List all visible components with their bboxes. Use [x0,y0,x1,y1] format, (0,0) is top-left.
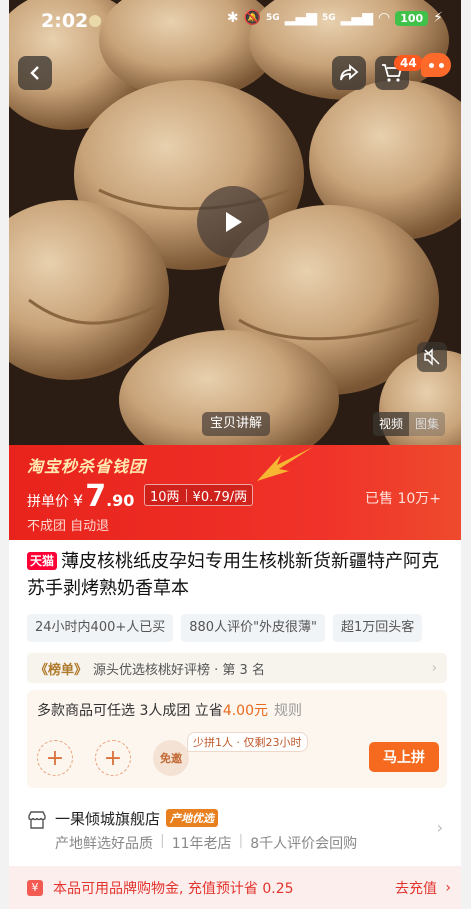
tab-video[interactable]: 视频 [373,412,410,436]
invite-slot-2[interactable]: + [95,740,131,776]
tag-repeat-customers[interactable]: 超1万回头客 [333,614,423,642]
store-desc-item: 产地鲜选好品质 [55,836,153,852]
highlight-tags: 24小时内400+人已买 880人评价"外皮很薄" 超1万回头客 [27,614,423,642]
speaker-mute-icon [424,348,440,366]
tab-gallery[interactable]: 图集 [409,412,446,436]
chevron-right-icon: › [436,818,443,837]
unit-quantity: 10两 [150,489,180,505]
share-button[interactable] [332,56,366,90]
group-price: 拼单价 ¥ 7 .90 [27,479,134,514]
no-invite-badge: 免邀 [153,740,189,776]
divider: | [238,833,244,849]
store-desc: 产地鲜选好品质 | 11年老店 | 8千人评价会回购 [55,833,357,853]
price-integer: 7 [85,479,107,514]
tmall-badge: 天猫 [27,552,58,570]
arrow-annotation-icon [257,447,313,481]
credit-coin-icon: ¥ [27,879,43,896]
saving-amount: 4.00元 [222,703,268,719]
join-group-button[interactable]: 马上拼 [369,742,439,772]
chevron-right-icon: › [445,879,451,896]
unit-price: ¥0.79/两 [192,489,248,505]
tag-review-highlight[interactable]: 880人评价"外皮很薄" [181,614,326,642]
store-name: 一果倾城旗舰店 [55,810,161,828]
store-desc-item: 11年老店 [171,836,232,852]
product-media[interactable]: 2:02 ✱ 🔕 5G ▂▄▆ 5G ▂▄▆ ◠ 100 ⚡ 44 宝贝讲解 视… [9,0,461,445]
status-time: 2:02 [41,10,89,32]
store-row[interactable]: 一果倾城旗舰店 产地优选 产地鲜选好品质 | 11年老店 | 8千人评价会回购 … [9,800,461,860]
ranking-label: 《榜单》 [35,662,88,678]
divider [185,488,187,502]
signal-icon-2: ▂▄▆ [340,10,373,26]
status-bar: 2:02 ✱ 🔕 5G ▂▄▆ 5G ▂▄▆ ◠ 100 ⚡ [9,0,461,42]
network-label-2: 5G [322,13,336,23]
group-buy-card: 多款商品可任选 3人成团 立省4.00元 规则 + + 免邀 少拼1人 · 仅剩2… [27,690,447,788]
battery-indicator: 100 [395,10,429,26]
chevron-right-icon: › [431,660,437,676]
product-title: 天猫 薄皮核桃纸皮孕妇专用生核桃新货新疆特产阿克苏手剥烤熟奶香草本 [27,548,447,602]
message-button[interactable] [421,53,451,77]
message-dot-icon [438,62,444,68]
message-dot-icon [428,62,434,68]
price-banner: 淘宝秒杀省钱团 拼单价 ¥ 7 .90 10两 ¥0.79/两 已售 10万+ … [9,445,461,540]
phone-screen: 2:02 ✱ 🔕 5G ▂▄▆ 5G ▂▄▆ ◠ 100 ⚡ 44 宝贝讲解 视… [9,0,461,909]
mute-status-icon: 🔕 [243,10,262,26]
network-label-1: 5G [266,13,280,23]
mute-button[interactable] [417,342,447,372]
product-title-text: 薄皮核桃纸皮孕妇专用生核桃新货新疆特产阿克苏手剥烤熟奶香草本 [27,551,440,599]
rules-link[interactable]: 规则 [274,703,302,719]
price-label: 拼单价 [27,494,69,510]
page: 2:02 ✱ 🔕 5G ▂▄▆ 5G ▂▄▆ ◠ 100 ⚡ 44 宝贝讲解 视… [0,0,471,909]
bluetooth-icon: ✱ [226,10,239,26]
cart-count-badge: 44 [394,55,423,71]
tag-recent-buyers[interactable]: 24小时内400+人已买 [27,614,174,642]
share-icon [340,64,359,81]
store-tag: 产地优选 [166,809,218,827]
chevron-left-icon [30,66,39,80]
store-desc-item: 8千人评价会回购 [250,836,358,852]
credit-text: 本品可用品牌购物金, 充值预计省 0.25 [53,880,294,897]
group-buy-desc: 多款商品可任选 3人成团 立省 [37,703,223,719]
refund-notice: 不成团 自动退 [27,519,110,534]
ranking-row[interactable]: 《榜单》 源头优选核桃好评榜 · 第 3 名 › [27,653,447,683]
remaining-tip: 少拼1人 · 仅剩23小时 [187,732,308,752]
unit-price-box: 10两 ¥0.79/两 [144,484,254,506]
status-icons: ✱ 🔕 5G ▂▄▆ 5G ▂▄▆ ◠ 100 ⚡ [227,10,443,26]
ranking-text: 源头优选核桃好评榜 · 第 3 名 [93,662,265,678]
media-tabs: 视频 图集 [373,412,446,436]
group-buy-heading: 多款商品可任选 3人成团 立省4.00元 规则 [37,700,302,720]
campaign-logo: 淘宝秒杀省钱团 [27,457,147,476]
recharge-link[interactable]: 去充值 [395,878,437,898]
divider: | [160,833,165,849]
shopping-credit-bar[interactable]: ¥ 本品可用品牌购物金, 充值预计省 0.25 去充值 › [9,866,461,909]
plus-icon: + [45,745,65,771]
sold-count: 已售 10万+ [365,491,441,507]
invite-slot-1[interactable]: + [37,740,73,776]
notification-dot-icon [89,15,101,27]
product-explain-button[interactable]: 宝贝讲解 [202,412,271,436]
store-icon [28,811,46,829]
price-decimal: .90 [106,491,135,510]
signal-icon: ▂▄▆ [284,10,317,26]
plus-icon: + [103,745,123,771]
wifi-icon: ◠ [377,10,391,26]
play-video-button[interactable] [197,186,269,258]
charging-icon: ⚡ [433,10,443,26]
back-button[interactable] [18,56,52,90]
price-currency: ¥ [73,491,84,510]
play-icon [226,212,242,232]
